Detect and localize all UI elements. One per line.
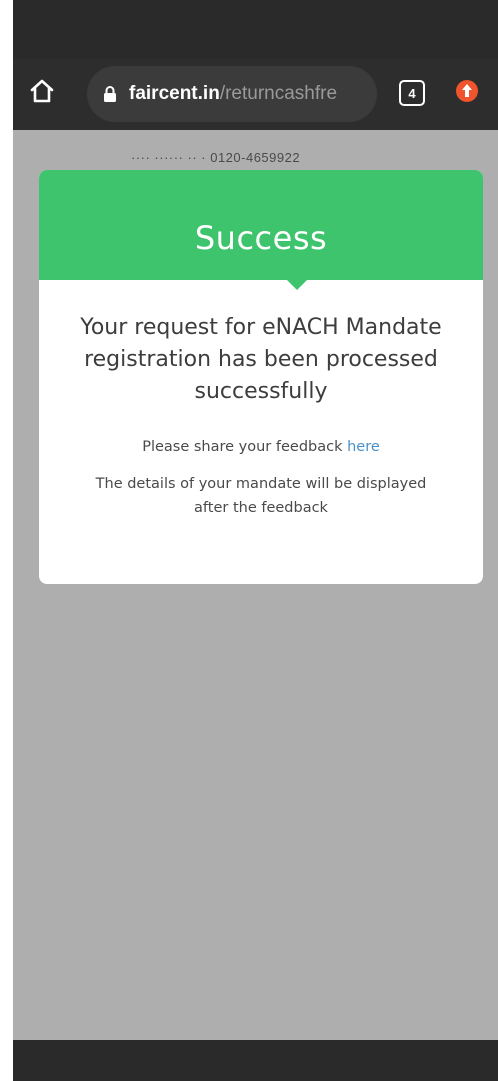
browser-toolbar: faircent.in/returncashfre 4 [13,58,498,130]
modal-title: Success [194,219,328,257]
lock-icon [103,85,117,103]
feedback-prefix: Please share your feedback [142,439,348,455]
feedback-link[interactable]: here [347,439,380,455]
background-contact-text: ···· ······ ·· · 0120-4659922 [131,150,301,165]
home-icon [29,78,55,108]
update-icon [454,78,480,108]
modal-header: Success [39,170,483,280]
url-text: faircent.in/returncashfre [129,83,369,105]
feedback-line: Please share your feedback here [59,436,463,458]
address-bar[interactable]: faircent.in/returncashfre [87,66,377,122]
mandate-details-note: The details of your mandate will be disp… [95,476,427,516]
success-message: Your request for eNACH Mandate registrat… [80,315,442,404]
url-domain: faircent.in [129,83,220,104]
update-button[interactable] [453,79,481,107]
home-button[interactable] [25,76,59,110]
success-modal: Success Your request for eNACH Mandate r… [39,170,483,584]
phone-screen: faircent.in/returncashfre 4 ···· ······ … [13,0,498,1081]
navigation-bar [13,1040,498,1081]
header-notch [287,280,307,290]
status-bar [13,0,498,58]
tabs-button[interactable]: 4 [399,80,425,106]
tab-count: 4 [408,85,416,101]
url-path: /returncashfre [219,83,338,104]
